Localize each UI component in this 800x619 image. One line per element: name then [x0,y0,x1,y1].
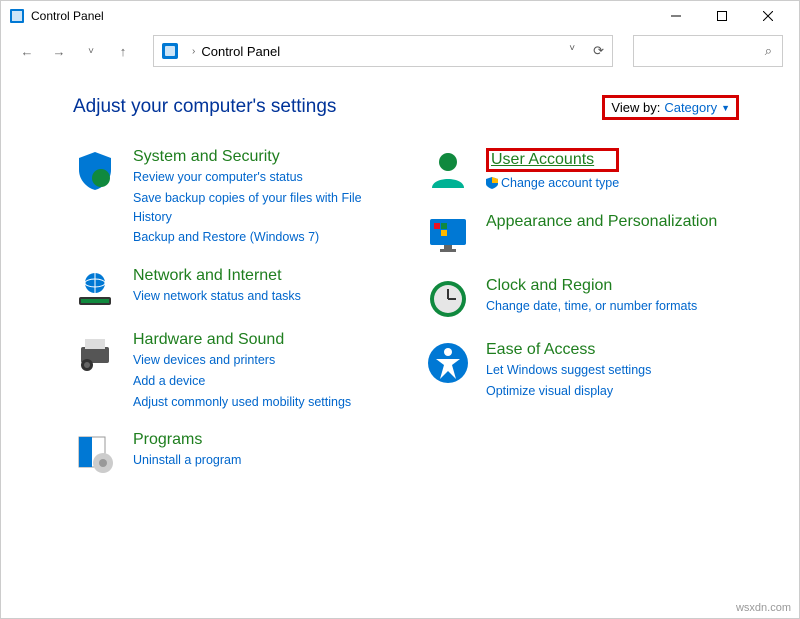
address-bar[interactable]: › Control Panel ˅ ⟳ [153,35,613,67]
content-area: Adjust your computer's settings View by:… [1,71,799,475]
titlebar: Control Panel [1,1,799,31]
change-date-format-link[interactable]: Change date, time, or number formats [486,297,697,316]
network-status-link[interactable]: View network status and tasks [133,287,301,306]
hardware-title[interactable]: Hardware and Sound [133,331,351,349]
category-appearance: Appearance and Personalization [426,213,739,257]
network-icon [73,267,117,311]
category-network: Network and Internet View network status… [73,267,386,311]
accessibility-icon [426,341,470,385]
review-status-link[interactable]: Review your computer's status [133,168,386,187]
window-title: Control Panel [31,9,653,23]
search-icon: ⌕ [765,43,772,59]
uninstall-link[interactable]: Uninstall a program [133,451,241,470]
category-user-accounts: User Accounts Change account type [426,148,739,193]
monitor-icon [426,213,470,257]
view-by-selector[interactable]: View by: Category ▼ [602,95,739,120]
forward-button[interactable]: → [49,44,69,59]
clock-icon [426,277,470,321]
uac-shield-icon [486,176,498,188]
watermark: wsxdn.com [736,602,791,614]
window-controls [653,1,791,31]
view-by-value: Category [664,100,717,115]
user-accounts-highlight: User Accounts [486,148,619,172]
programs-title[interactable]: Programs [133,431,241,449]
file-history-link[interactable]: Save backup copies of your files with Fi… [133,189,386,227]
programs-icon [73,431,117,475]
right-column: User Accounts Change account type Appear… [426,148,739,475]
category-hardware: Hardware and Sound View devices and prin… [73,331,386,411]
add-device-link[interactable]: Add a device [133,372,351,391]
system-security-title[interactable]: System and Security [133,148,386,166]
user-accounts-title[interactable]: User Accounts [491,151,594,168]
recent-dropdown[interactable]: ˅ [81,46,101,57]
appearance-title[interactable]: Appearance and Personalization [486,213,717,231]
dropdown-icon[interactable]: ˅ [569,43,575,59]
category-ease-of-access: Ease of Access Let Windows suggest setti… [426,341,739,401]
view-by-label: View by: [611,100,660,115]
back-button[interactable]: ← [17,44,37,59]
mobility-settings-link[interactable]: Adjust commonly used mobility settings [133,393,351,412]
devices-printers-link[interactable]: View devices and printers [133,351,351,370]
optimize-display-link[interactable]: Optimize visual display [486,382,651,401]
user-icon [426,148,470,192]
backup-restore-link[interactable]: Backup and Restore (Windows 7) [133,228,386,247]
ease-of-access-title[interactable]: Ease of Access [486,341,651,359]
chevron-right-icon: › [192,46,195,57]
search-input[interactable]: ⌕ [633,35,783,67]
page-title: Adjust your computer's settings [73,96,336,118]
close-button[interactable] [745,1,791,31]
breadcrumb-root[interactable]: Control Panel [201,44,280,59]
toolbar: ← → ˅ ↑ › Control Panel ˅ ⟳ ⌕ [1,31,799,71]
refresh-icon[interactable]: ⟳ [593,43,604,59]
up-button[interactable]: ↑ [113,44,133,59]
maximize-button[interactable] [699,1,745,31]
shield-icon [73,148,117,192]
suggest-settings-link[interactable]: Let Windows suggest settings [486,361,651,380]
clock-title[interactable]: Clock and Region [486,277,697,295]
control-panel-icon [9,8,25,24]
category-programs: Programs Uninstall a program [73,431,386,475]
caret-down-icon: ▼ [721,103,730,113]
address-icon [162,43,178,59]
category-system-security: System and Security Review your computer… [73,148,386,247]
change-account-type-link[interactable]: Change account type [486,174,619,193]
network-title[interactable]: Network and Internet [133,267,301,285]
minimize-button[interactable] [653,1,699,31]
category-clock: Clock and Region Change date, time, or n… [426,277,739,321]
left-column: System and Security Review your computer… [73,148,386,475]
printer-icon [73,331,117,375]
